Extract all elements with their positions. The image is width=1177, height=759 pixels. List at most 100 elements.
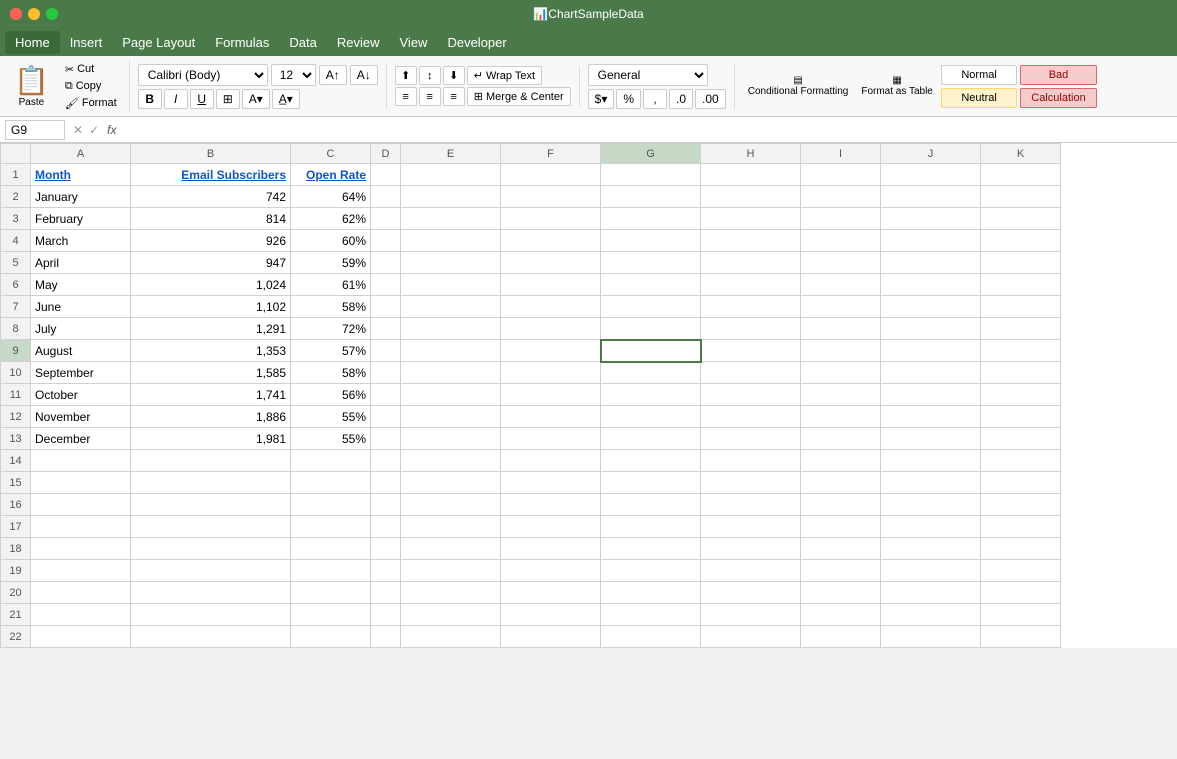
cell-g15[interactable] <box>601 472 701 494</box>
row-header-16[interactable]: 16 <box>1 494 31 516</box>
cell-c14[interactable] <box>291 450 371 472</box>
cell-I4[interactable] <box>801 230 881 252</box>
cell-K21[interactable] <box>981 604 1061 626</box>
row-header-11[interactable]: 11 <box>1 384 31 406</box>
cell-b8[interactable]: 1,291 <box>131 318 291 340</box>
row-header-10[interactable]: 10 <box>1 362 31 384</box>
cell-b2[interactable]: 742 <box>131 186 291 208</box>
row-header-5[interactable]: 5 <box>1 252 31 274</box>
cell-H14[interactable] <box>701 450 801 472</box>
copy-button[interactable]: ⧉ Copy <box>61 79 121 94</box>
cell-E1[interactable] <box>401 164 501 186</box>
cell-J17[interactable] <box>881 516 981 538</box>
cut-button[interactable]: ✂ Cut <box>61 62 121 77</box>
cell-K10[interactable] <box>981 362 1061 384</box>
cell-b22[interactable] <box>131 626 291 648</box>
cell-H4[interactable] <box>701 230 801 252</box>
cell-J3[interactable] <box>881 208 981 230</box>
cell-d13[interactable] <box>371 428 401 450</box>
cell-H1[interactable] <box>701 164 801 186</box>
cell-d22[interactable] <box>371 626 401 648</box>
cell-I6[interactable] <box>801 274 881 296</box>
cell-F19[interactable] <box>501 560 601 582</box>
cell-b9[interactable]: 1,353 <box>131 340 291 362</box>
cell-a3[interactable]: February <box>31 208 131 230</box>
close-button[interactable] <box>10 8 22 20</box>
cell-c6[interactable]: 61% <box>291 274 371 296</box>
cell-H19[interactable] <box>701 560 801 582</box>
cell-I9[interactable] <box>801 340 881 362</box>
row-header-19[interactable]: 19 <box>1 560 31 582</box>
menu-view[interactable]: View <box>390 31 438 54</box>
row-header-14[interactable]: 14 <box>1 450 31 472</box>
row-header-18[interactable]: 18 <box>1 538 31 560</box>
cell-a19[interactable] <box>31 560 131 582</box>
cell-d8[interactable] <box>371 318 401 340</box>
cell-E16[interactable] <box>401 494 501 516</box>
menu-page-layout[interactable]: Page Layout <box>112 31 205 54</box>
align-right-button[interactable]: ≡ <box>443 87 465 106</box>
font-color-button[interactable]: A̲▾ <box>272 89 300 109</box>
cell-d17[interactable] <box>371 516 401 538</box>
cell-K15[interactable] <box>981 472 1061 494</box>
cell-E22[interactable] <box>401 626 501 648</box>
cell-H18[interactable] <box>701 538 801 560</box>
cell-I14[interactable] <box>801 450 881 472</box>
cell-E5[interactable] <box>401 252 501 274</box>
conditional-formatting-button[interactable]: ▤ Conditional Formatting <box>743 62 854 110</box>
cell-b15[interactable] <box>131 472 291 494</box>
cell-I19[interactable] <box>801 560 881 582</box>
cell-E20[interactable] <box>401 582 501 604</box>
cell-g10[interactable] <box>601 362 701 384</box>
cell-a10[interactable]: September <box>31 362 131 384</box>
cell-g2[interactable] <box>601 186 701 208</box>
cell-g17[interactable] <box>601 516 701 538</box>
comma-button[interactable]: , <box>643 89 667 109</box>
cell-a13[interactable]: December <box>31 428 131 450</box>
cell-c15[interactable] <box>291 472 371 494</box>
cell-c8[interactable]: 72% <box>291 318 371 340</box>
cell-E13[interactable] <box>401 428 501 450</box>
cell-E10[interactable] <box>401 362 501 384</box>
cell-E15[interactable] <box>401 472 501 494</box>
cell-F1[interactable] <box>501 164 601 186</box>
cell-g4[interactable] <box>601 230 701 252</box>
cell-b20[interactable] <box>131 582 291 604</box>
cell-F16[interactable] <box>501 494 601 516</box>
cell-F17[interactable] <box>501 516 601 538</box>
cell-c9[interactable]: 57% <box>291 340 371 362</box>
cell-J21[interactable] <box>881 604 981 626</box>
cell-H6[interactable] <box>701 274 801 296</box>
cell-F14[interactable] <box>501 450 601 472</box>
cell-d9[interactable] <box>371 340 401 362</box>
cell-d16[interactable] <box>371 494 401 516</box>
menu-insert[interactable]: Insert <box>60 31 113 54</box>
cell-H13[interactable] <box>701 428 801 450</box>
cell-d1[interactable] <box>371 164 401 186</box>
cell-K14[interactable] <box>981 450 1061 472</box>
row-header-7[interactable]: 7 <box>1 296 31 318</box>
cell-J2[interactable] <box>881 186 981 208</box>
cell-K18[interactable] <box>981 538 1061 560</box>
cell-F10[interactable] <box>501 362 601 384</box>
fill-color-button[interactable]: A▾ <box>242 89 270 109</box>
menu-review[interactable]: Review <box>327 31 390 54</box>
col-header-k[interactable]: K <box>981 144 1061 164</box>
cell-J18[interactable] <box>881 538 981 560</box>
cell-c16[interactable] <box>291 494 371 516</box>
cell-K5[interactable] <box>981 252 1061 274</box>
cell-J9[interactable] <box>881 340 981 362</box>
align-middle-button[interactable]: ↕ <box>419 66 441 85</box>
cell-d3[interactable] <box>371 208 401 230</box>
row-header-8[interactable]: 8 <box>1 318 31 340</box>
row-header-3[interactable]: 3 <box>1 208 31 230</box>
cell-J15[interactable] <box>881 472 981 494</box>
menu-data[interactable]: Data <box>279 31 326 54</box>
cell-J11[interactable] <box>881 384 981 406</box>
cell-c21[interactable] <box>291 604 371 626</box>
cell-K16[interactable] <box>981 494 1061 516</box>
cell-J4[interactable] <box>881 230 981 252</box>
cell-c13[interactable]: 55% <box>291 428 371 450</box>
row-header-2[interactable]: 2 <box>1 186 31 208</box>
cell-c22[interactable] <box>291 626 371 648</box>
